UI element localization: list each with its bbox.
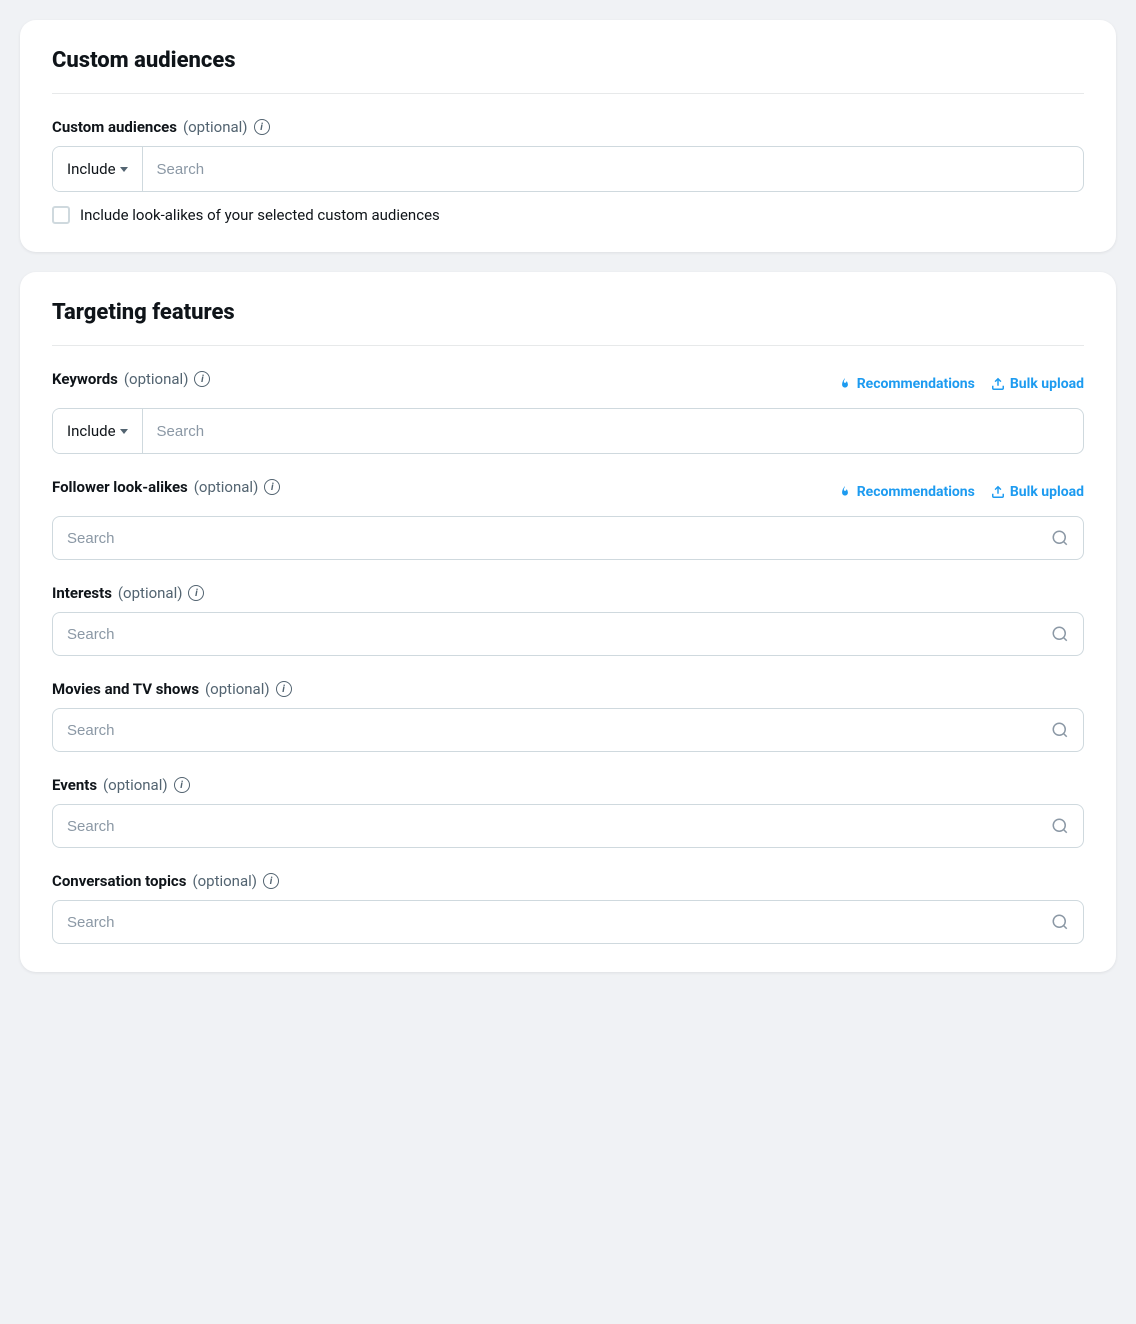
keywords-section: Keywords (optional) i Recommendations (52, 370, 1084, 454)
follower-lookalikes-search-input[interactable] (67, 530, 1051, 547)
events-search-input[interactable] (67, 818, 1051, 835)
keywords-actions: Recommendations Bulk upload (838, 376, 1084, 392)
keywords-search-input[interactable] (143, 409, 1083, 453)
keywords-include-dropdown[interactable]: Include (53, 409, 143, 453)
divider (52, 93, 1084, 94)
keywords-bulk-upload-link[interactable]: Bulk upload (991, 376, 1084, 392)
movies-tv-section: Movies and TV shows (optional) i (52, 680, 1084, 752)
targeting-features-title: Targeting features (52, 300, 1084, 325)
custom-audiences-title: Custom audiences (52, 48, 1084, 73)
search-icon-2 (1051, 625, 1069, 643)
events-label: Events (optional) i (52, 776, 1084, 794)
events-section: Events (optional) i (52, 776, 1084, 848)
movies-tv-label: Movies and TV shows (optional) i (52, 680, 1084, 698)
keywords-input-row: Include (52, 408, 1084, 454)
keywords-chevron-icon (120, 429, 128, 434)
interests-label: Interests (optional) i (52, 584, 1084, 602)
chevron-down-icon (120, 167, 128, 172)
custom-audiences-card: Custom audiences Custom audiences (optio… (20, 20, 1116, 252)
conversation-topics-search-input[interactable] (67, 914, 1051, 931)
flame-icon-2 (838, 485, 852, 499)
divider-2 (52, 345, 1084, 346)
conversation-topics-info-icon[interactable]: i (263, 873, 279, 889)
follower-recommendations-link[interactable]: Recommendations (838, 484, 975, 500)
search-icon-3 (1051, 721, 1069, 739)
keywords-label: Keywords (optional) i (52, 370, 210, 388)
conversation-topics-input-row (52, 900, 1084, 944)
keywords-recommendations-link[interactable]: Recommendations (838, 376, 975, 392)
custom-audiences-search-input[interactable] (143, 147, 1083, 191)
custom-audiences-label: Custom audiences (optional) i (52, 118, 1084, 136)
interests-info-icon[interactable]: i (188, 585, 204, 601)
lookalikes-checkbox-row: Include look-alikes of your selected cus… (52, 206, 1084, 224)
follower-lookalikes-actions: Recommendations Bulk upload (838, 484, 1084, 500)
custom-audiences-info-icon[interactable]: i (254, 119, 270, 135)
lookalikes-checkbox[interactable] (52, 206, 70, 224)
custom-audiences-field: Custom audiences (optional) i Include In… (52, 118, 1084, 224)
conversation-topics-section: Conversation topics (optional) i (52, 872, 1084, 944)
follower-lookalikes-section: Follower look-alikes (optional) i Recomm… (52, 478, 1084, 560)
events-info-icon[interactable]: i (174, 777, 190, 793)
movies-tv-search-input[interactable] (67, 722, 1051, 739)
follower-bulk-upload-link[interactable]: Bulk upload (991, 484, 1084, 500)
follower-lookalikes-info-icon[interactable]: i (264, 479, 280, 495)
conversation-topics-label: Conversation topics (optional) i (52, 872, 1084, 890)
movies-tv-info-icon[interactable]: i (276, 681, 292, 697)
follower-lookalikes-label: Follower look-alikes (optional) i (52, 478, 280, 496)
follower-lookalikes-input-row (52, 516, 1084, 560)
events-input-row (52, 804, 1084, 848)
upload-icon (991, 377, 1005, 391)
search-icon-4 (1051, 817, 1069, 835)
keywords-header: Keywords (optional) i Recommendations (52, 370, 1084, 398)
lookalikes-checkbox-label: Include look-alikes of your selected cus… (80, 206, 440, 224)
movies-tv-input-row (52, 708, 1084, 752)
search-icon (1051, 529, 1069, 547)
include-dropdown[interactable]: Include (53, 147, 143, 191)
custom-audiences-input-row: Include (52, 146, 1084, 192)
interests-section: Interests (optional) i (52, 584, 1084, 656)
keywords-info-icon[interactable]: i (194, 371, 210, 387)
upload-icon-2 (991, 485, 1005, 499)
targeting-features-card: Targeting features Keywords (optional) i… (20, 272, 1116, 972)
follower-lookalikes-header: Follower look-alikes (optional) i Recomm… (52, 478, 1084, 506)
flame-icon (838, 377, 852, 391)
interests-search-input[interactable] (67, 626, 1051, 643)
interests-input-row (52, 612, 1084, 656)
search-icon-5 (1051, 913, 1069, 931)
